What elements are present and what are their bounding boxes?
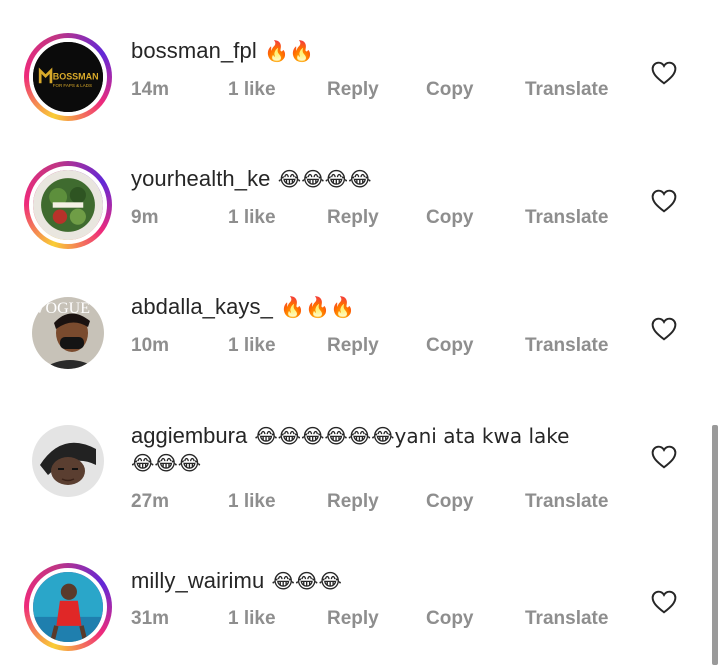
translate-button[interactable]: Translate xyxy=(525,608,608,630)
comment-time: 31m xyxy=(131,608,170,629)
copy-button[interactable]: Copy xyxy=(426,491,474,513)
comment-text: 😂😂😂 xyxy=(271,569,342,593)
comment-text-continued: 😂😂😂 xyxy=(131,451,202,475)
like-count-link[interactable]: 1 like xyxy=(228,207,276,229)
scrollbar[interactable] xyxy=(712,425,718,665)
translate-button[interactable]: Translate xyxy=(525,79,608,101)
comment-username[interactable]: abdalla_kays_ 🔥🔥🔥 xyxy=(131,294,355,320)
heart-icon[interactable] xyxy=(651,317,677,341)
like-count-link[interactable]: 1 like xyxy=(228,335,276,357)
avatar-story-ring[interactable]: BOSSMAN FOR FAPS & LADS xyxy=(24,33,112,121)
reply-button[interactable]: Reply xyxy=(327,207,379,229)
avatar-wrapper[interactable]: VOGUE xyxy=(24,289,112,377)
like-count-link[interactable]: 1 like xyxy=(228,79,276,101)
copy-button[interactable]: Copy xyxy=(426,335,474,357)
comment-username[interactable]: aggiembura 😂😂😂😂😂😂yani ata kwa lake xyxy=(131,423,569,449)
heart-icon[interactable] xyxy=(651,590,677,614)
comment-username[interactable]: yourhealth_ke 😂😂😂😂 xyxy=(131,166,372,192)
like-count-link[interactable]: 1 like xyxy=(228,491,276,513)
comment-text: 🔥🔥🔥 xyxy=(280,295,356,319)
avatar xyxy=(29,568,107,646)
copy-button[interactable]: Copy xyxy=(426,79,474,101)
comment-time: 27m xyxy=(131,491,170,512)
avatar: VOGUE xyxy=(32,297,104,369)
svg-text:VOGUE: VOGUE xyxy=(34,300,90,317)
person-avatar-image: VOGUE xyxy=(32,297,104,369)
heart-icon[interactable] xyxy=(651,445,677,469)
reply-button[interactable]: Reply xyxy=(327,608,379,630)
comment-text: 🔥🔥 xyxy=(264,39,315,63)
reply-button[interactable]: Reply xyxy=(327,335,379,357)
person-avatar-image xyxy=(32,425,104,497)
vegetables-avatar-image xyxy=(33,170,103,240)
avatar-story-ring[interactable] xyxy=(24,161,112,249)
reply-button[interactable]: Reply xyxy=(327,491,379,513)
svg-text:BOSSMAN: BOSSMAN xyxy=(53,72,99,82)
avatar-wrapper[interactable] xyxy=(24,417,112,505)
comment-text: 😂😂😂😂 xyxy=(277,167,372,191)
translate-button[interactable]: Translate xyxy=(525,207,608,229)
svg-text:FOR FAPS & LADS: FOR FAPS & LADS xyxy=(53,83,92,88)
comment-time: 10m xyxy=(131,335,170,356)
avatar: BOSSMAN FOR FAPS & LADS xyxy=(29,38,107,116)
comment-text: 😂😂😂😂😂😂yani ata kwa lake xyxy=(254,424,570,448)
comment-username[interactable]: bossman_fpl 🔥🔥 xyxy=(131,38,314,64)
avatar xyxy=(32,425,104,497)
bossman-logo: BOSSMAN FOR FAPS & LADS xyxy=(33,42,103,112)
heart-icon[interactable] xyxy=(651,189,677,213)
avatar-story-ring[interactable] xyxy=(24,563,112,651)
translate-button[interactable]: Translate xyxy=(525,335,608,357)
person-avatar-image xyxy=(33,572,103,642)
comment-username[interactable]: milly_wairimu 😂😂😂 xyxy=(131,568,342,594)
reply-button[interactable]: Reply xyxy=(327,79,379,101)
like-count-link[interactable]: 1 like xyxy=(228,608,276,630)
avatar xyxy=(29,166,107,244)
copy-button[interactable]: Copy xyxy=(426,207,474,229)
copy-button[interactable]: Copy xyxy=(426,608,474,630)
comment-time: 9m xyxy=(131,207,159,228)
comment-time: 14m xyxy=(131,79,170,100)
heart-icon[interactable] xyxy=(651,61,677,85)
translate-button[interactable]: Translate xyxy=(525,491,608,513)
